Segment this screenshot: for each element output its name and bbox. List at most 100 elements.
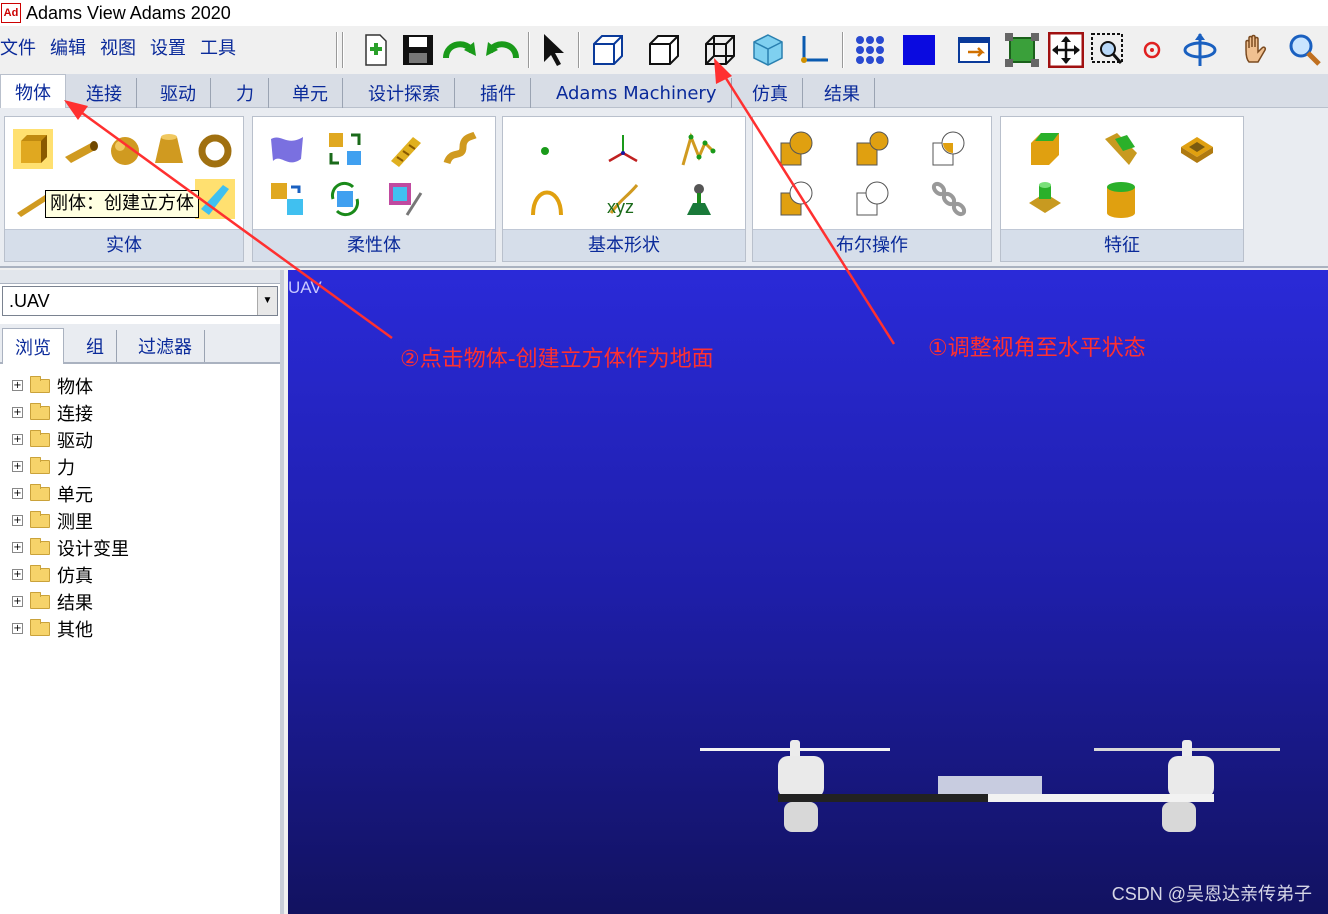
chain-link-icon[interactable] xyxy=(929,179,969,219)
view-front-icon[interactable] xyxy=(646,32,682,68)
bool-merge-icon[interactable] xyxy=(853,129,893,169)
plane-stand-icon[interactable] xyxy=(679,179,719,219)
bool-unite-icon[interactable] xyxy=(777,129,817,169)
tree-item-results[interactable]: + 结果 xyxy=(0,588,280,615)
tab-design-exploration[interactable]: 设计探索 xyxy=(354,78,455,108)
tab-results[interactable]: 结果 xyxy=(810,78,875,108)
flex-edit-icon[interactable] xyxy=(385,179,425,219)
group-solids: 实体 xyxy=(4,116,244,262)
toolbar-separator xyxy=(528,32,530,68)
rigid-to-flex-icon[interactable] xyxy=(325,129,365,169)
expand-icon[interactable]: + xyxy=(12,434,23,445)
hole-icon[interactable] xyxy=(1101,179,1141,219)
select-arrow-icon[interactable] xyxy=(536,32,572,68)
toolbar-separator xyxy=(578,32,580,68)
marker-icon[interactable] xyxy=(603,129,643,169)
save-icon[interactable] xyxy=(400,32,436,68)
menu-file[interactable]: 文件 xyxy=(0,34,36,60)
expand-icon[interactable]: + xyxy=(12,515,23,526)
expand-icon[interactable]: + xyxy=(12,623,23,634)
chamfer-icon[interactable] xyxy=(1025,129,1065,169)
box-icon[interactable] xyxy=(13,129,53,169)
center-point-icon[interactable] xyxy=(1136,32,1172,68)
chevron-down-icon[interactable]: ▼ xyxy=(257,287,277,315)
tree-item-others[interactable]: + 其他 xyxy=(0,615,280,642)
expand-icon[interactable]: + xyxy=(12,407,23,418)
discrete-flex-link-icon[interactable] xyxy=(385,129,425,169)
tree-item-measures[interactable]: + 测里 xyxy=(0,507,280,534)
redo-icon[interactable] xyxy=(442,32,478,68)
hollow-icon[interactable] xyxy=(1177,129,1217,169)
tree-item-label: 设计变里 xyxy=(57,538,129,560)
tab-motions[interactable]: 驱动 xyxy=(146,78,211,108)
tab-adams-machinery[interactable]: Adams Machinery xyxy=(542,78,732,108)
flex-beam-icon[interactable] xyxy=(441,129,481,169)
tree-item-simulations[interactable]: + 仿真 xyxy=(0,561,280,588)
tree-item-bodies[interactable]: + 物体 xyxy=(0,372,280,399)
menu-edit[interactable]: 编辑 xyxy=(50,34,86,60)
expand-icon[interactable]: + xyxy=(12,542,23,553)
expand-icon[interactable]: + xyxy=(12,380,23,391)
group-features: 特征 xyxy=(1000,116,1244,262)
cylinder-icon[interactable] xyxy=(61,129,101,169)
tree-item-motions[interactable]: + 驱动 xyxy=(0,426,280,453)
tab-elements[interactable]: 单元 xyxy=(278,78,343,108)
left-motor xyxy=(778,756,824,798)
rotate-view-icon[interactable] xyxy=(1182,32,1218,68)
folder-icon xyxy=(30,402,50,420)
menu-tools[interactable]: 工具 xyxy=(200,34,236,60)
tree-item-elements[interactable]: + 单元 xyxy=(0,480,280,507)
arc-icon[interactable] xyxy=(527,179,567,219)
render-color-icon[interactable] xyxy=(900,32,936,68)
boss-icon[interactable] xyxy=(1025,179,1065,219)
tab-browse[interactable]: 浏览 xyxy=(2,328,64,364)
view-shaded-icon[interactable] xyxy=(750,32,786,68)
model-select[interactable]: .UAV ▼ xyxy=(2,286,278,316)
tree-item-forces[interactable]: + 力 xyxy=(0,453,280,480)
axes-icon[interactable] xyxy=(796,32,832,68)
tree-item-label: 测里 xyxy=(57,511,93,533)
view-iso-icon[interactable] xyxy=(590,32,626,68)
fillet-icon[interactable] xyxy=(1101,129,1141,169)
uav-model[interactable] xyxy=(688,730,1288,850)
polyline-icon[interactable] xyxy=(679,129,719,169)
tree-item-connectors[interactable]: + 连接 xyxy=(0,399,280,426)
zoom-icon[interactable] xyxy=(1286,32,1322,68)
new-file-icon[interactable] xyxy=(358,32,394,68)
tab-groups[interactable]: 组 xyxy=(74,330,117,362)
point-icon[interactable] xyxy=(527,133,567,173)
tab-simulation[interactable]: 仿真 xyxy=(738,78,803,108)
torus-icon[interactable] xyxy=(195,129,235,169)
tab-forces[interactable]: 力 xyxy=(222,78,269,108)
flex-replace-icon[interactable] xyxy=(325,179,365,219)
grid-points-icon[interactable] xyxy=(852,32,888,68)
tab-bodies[interactable]: 物体 xyxy=(0,74,66,108)
flex-body-icon[interactable] xyxy=(267,129,307,169)
window-render-icon[interactable] xyxy=(956,32,992,68)
menu-settings[interactable]: 设置 xyxy=(150,34,186,60)
plate-icon[interactable] xyxy=(195,179,235,219)
view-wireframe-icon[interactable] xyxy=(702,32,738,68)
undo-icon[interactable] xyxy=(484,32,520,68)
tab-connectors[interactable]: 连接 xyxy=(72,78,137,108)
expand-icon[interactable]: + xyxy=(12,488,23,499)
sphere-icon[interactable] xyxy=(105,129,145,169)
tree-item-design-variables[interactable]: + 设计变里 xyxy=(0,534,280,561)
fit-view-icon[interactable] xyxy=(1004,32,1040,68)
zoom-box-icon[interactable] xyxy=(1090,32,1126,68)
menu-view[interactable]: 视图 xyxy=(100,34,136,60)
expand-icon[interactable]: + xyxy=(12,596,23,607)
bool-split-icon[interactable] xyxy=(853,179,893,219)
model-tree: + 物体 + 连接 + 驱动 + 力 + 单元 + 测里 + 设计变里 + 仿真 + 结果 + 其他 xyxy=(0,372,280,642)
translate-view-icon[interactable] xyxy=(1048,32,1084,68)
tab-plugins[interactable]: 插件 xyxy=(466,78,531,108)
frustum-icon[interactable] xyxy=(149,129,189,169)
expand-icon[interactable]: + xyxy=(12,569,23,580)
flex-swap-icon[interactable] xyxy=(267,179,307,219)
spline-xyz-icon[interactable]: xyz xyxy=(603,179,647,223)
bool-cut-icon[interactable] xyxy=(777,179,817,219)
tab-filters[interactable]: 过滤器 xyxy=(126,330,205,362)
pan-hand-icon[interactable] xyxy=(1238,32,1274,68)
expand-icon[interactable]: + xyxy=(12,461,23,472)
bool-intersect-icon[interactable] xyxy=(929,129,969,169)
